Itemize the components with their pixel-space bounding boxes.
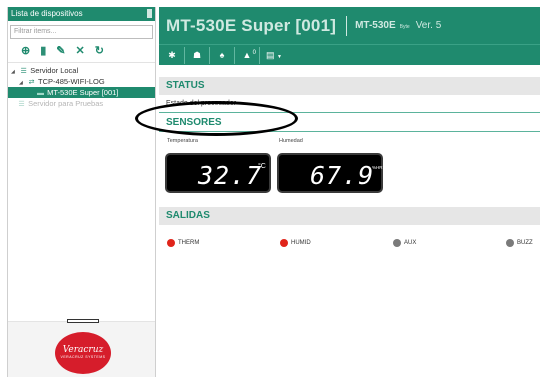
server-icon: ☰ <box>18 101 25 108</box>
humidity-value: 67.9 <box>310 161 375 190</box>
logo-subtext: VERACRUZ SYSTEMS <box>60 355 106 359</box>
led-indicator <box>506 239 514 247</box>
bell-button[interactable]: ♠ <box>212 47 232 64</box>
temperature-label: Temperatura <box>167 138 198 144</box>
toolbar-divider <box>209 46 210 64</box>
device-title: MT-530E Super [001] <box>166 15 337 35</box>
toolbar-divider <box>234 46 235 64</box>
pin-icon[interactable] <box>147 9 152 18</box>
output-buzz: BUZZ <box>506 239 533 247</box>
tree-item-servidor-pruebas[interactable]: ☰ Servidor para Pruebas <box>8 98 155 109</box>
humidity-display: 67.9 %HR <box>277 153 383 193</box>
logo-text: Veracruz <box>62 345 104 355</box>
document-icon: ▤ <box>266 49 275 60</box>
temperature-display: 32.7 °C <box>165 153 271 193</box>
users-icon: ☗ <box>192 49 202 60</box>
plus-circle-icon[interactable]: ⊕ <box>21 46 30 57</box>
led-indicator <box>393 239 401 247</box>
outputs-section-header <box>159 207 540 225</box>
tools-icon[interactable]: ✕ <box>76 46 85 57</box>
device-panel: MT-530E Super [001] MT-530E Byte Ver. 5 … <box>159 7 540 377</box>
tree-item-label: TCP-485-WIFI-LOG <box>38 77 105 86</box>
device-byte: Byte <box>399 23 410 30</box>
device-toolbar: ✱ ☗ ♠ ▲ 0 ▤ ▼ <box>159 44 540 65</box>
temperature-unit: °C <box>258 163 266 170</box>
tree-item-servidor-local[interactable]: ◢ ☰ Servidor Local <box>8 65 155 76</box>
tree-item-label: Servidor Local <box>30 66 79 75</box>
device-list-panel: Lista de dispositivos Filtrar items... ⊕… <box>7 7 156 377</box>
device-version: Ver. 5 <box>415 20 442 31</box>
divider <box>8 62 155 63</box>
tree-item-tcp-485[interactable]: ◢ ⇄ TCP-485-WIFI-LOG <box>8 76 155 87</box>
device-list-header: Lista de dispositivos <box>8 7 155 21</box>
device-tree: ◢ ☰ Servidor Local ◢ ⇄ TCP-485-WIFI-LOG … <box>8 65 155 109</box>
refresh-icon[interactable]: ↻ <box>95 46 104 57</box>
company-logo-area: Veracruz VERACRUZ SYSTEMS <box>8 319 155 377</box>
output-label: AUX <box>404 240 417 246</box>
app-window: Lista de dispositivos Filtrar items... ⊕… <box>0 0 540 377</box>
device-list-title: Lista de dispositivos <box>11 9 83 18</box>
output-therm: THERM <box>167 239 199 247</box>
tree-item-mt-530e[interactable]: ▬ MT-530E Super [001] <box>8 87 155 98</box>
trash-icon[interactable]: ▮ <box>40 46 46 57</box>
gear-icon: ✱ <box>168 49 176 60</box>
chevron-down-icon: ▼ <box>277 53 282 60</box>
filter-input[interactable]: Filtrar items... <box>10 25 153 39</box>
led-indicator <box>167 239 175 247</box>
device-header: MT-530E Super [001] MT-530E Byte Ver. 5 <box>159 7 540 44</box>
company-logo: Veracruz VERACRUZ SYSTEMS <box>55 332 111 374</box>
alarm-count-badge: 0 <box>252 49 256 56</box>
tree-item-label: Servidor para Pruebas <box>28 99 104 108</box>
toolbar-divider <box>184 46 185 64</box>
warning-icon: ▲ <box>242 49 252 60</box>
output-label: THERM <box>178 240 200 246</box>
splitter-handle[interactable] <box>67 319 99 323</box>
output-label: BUZZ <box>517 240 533 246</box>
led-indicator <box>280 239 288 247</box>
temperature-value: 32.7 <box>198 161 263 190</box>
status-title: STATUS <box>166 80 205 91</box>
status-section-header <box>159 77 540 95</box>
device-list-toolbar: ⊕ ▮ ✎ ✕ ↻ <box>8 39 155 59</box>
header-divider <box>346 15 348 36</box>
users-button[interactable]: ☗ <box>187 47 207 64</box>
outputs-title: SALIDAS <box>166 210 210 221</box>
humidity-label: Humedad <box>279 138 303 144</box>
output-humid: HUMID <box>280 239 311 247</box>
bell-icon: ♠ <box>219 49 225 60</box>
toolbar-divider <box>259 46 260 64</box>
device-model: MT-530E <box>355 20 396 31</box>
humidity-unit: %HR <box>372 165 383 170</box>
alarms-button[interactable]: ▲ 0 <box>237 47 257 64</box>
output-aux: AUX <box>393 239 416 247</box>
tree-item-label: MT-530E Super [001] <box>47 88 119 97</box>
annotation-ellipse <box>135 101 298 136</box>
pencil-icon[interactable]: ✎ <box>56 46 65 57</box>
gear-button[interactable]: ✱ <box>162 47 182 64</box>
output-label: HUMID <box>291 240 311 246</box>
document-dropdown-button[interactable]: ▤ ▼ <box>262 47 286 64</box>
